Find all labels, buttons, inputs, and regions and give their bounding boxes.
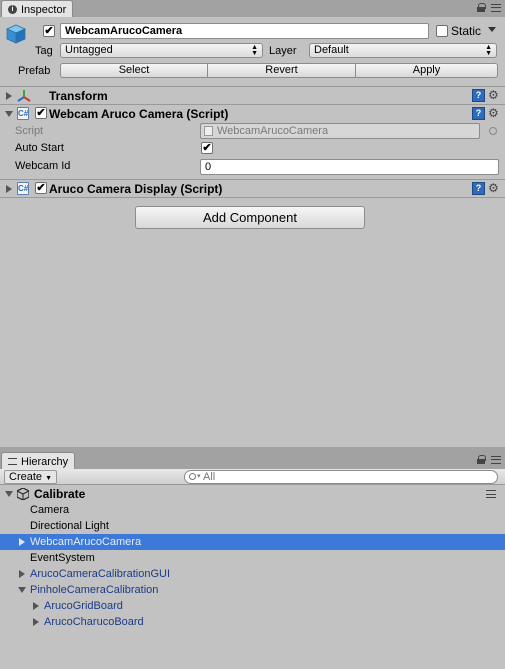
prefab-apply-button[interactable]: Apply <box>355 63 498 78</box>
hierarchy-item-directional-light[interactable]: Directional Light <box>0 518 505 534</box>
component-enabled-checkbox[interactable]: ✔ <box>35 107 47 119</box>
script-reference-value: WebcamArucoCamera <box>217 125 329 137</box>
help-book-icon[interactable]: ? <box>472 89 485 102</box>
list-item-label: ArucoCharucoBoard <box>44 616 144 628</box>
object-name-field[interactable]: WebcamArucoCamera <box>60 23 429 39</box>
layer-dropdown[interactable]: Default ▲ ▼ <box>309 43 497 58</box>
hierarchy-item-charuco-board[interactable]: ArucoCharucoBoard <box>0 614 505 630</box>
gear-icon[interactable]: ⚙ <box>488 182 499 194</box>
webcam-id-field[interactable]: 0 <box>200 159 499 175</box>
create-dropdown[interactable]: Create ▼ <box>4 470 58 484</box>
static-dropdown-icon[interactable] <box>488 27 496 32</box>
search-field[interactable]: ▾ <box>184 470 498 484</box>
add-component-button[interactable]: Add Component <box>135 206 365 229</box>
csharp-script-icon: C# <box>17 107 29 120</box>
auto-start-checkbox[interactable]: ✔ <box>201 142 213 154</box>
hierarchy-item-camera[interactable]: Camera <box>0 502 505 518</box>
list-item-label: PinholeCameraCalibration <box>30 584 159 596</box>
transform-axes-icon <box>17 89 31 103</box>
hierarchy-tabbar: Hierarchy <box>0 452 505 469</box>
foldout-expanded-icon[interactable] <box>5 491 13 497</box>
updown-arrows-icon: ▲ ▼ <box>251 43 258 57</box>
scene-menu-icon[interactable] <box>486 490 496 498</box>
script-field-label: Script <box>15 125 44 137</box>
list-item-label: ArucoCameraCalibrationGUI <box>30 568 170 580</box>
hierarchy-item-event-system[interactable]: EventSystem <box>0 550 505 566</box>
hierarchy-panel: Create ▼ ▾ Calibrate Camera Directional … <box>0 469 505 669</box>
hierarchy-item-calibration-gui[interactable]: ArucoCameraCalibrationGUI <box>0 566 505 582</box>
inspector-panel: ✔ WebcamArucoCamera Static Tag Untagged … <box>0 17 505 447</box>
static-label: Static <box>451 24 482 38</box>
panel-menu-icon[interactable] <box>491 455 501 464</box>
transform-component-header[interactable]: Transform ? ⚙ <box>0 86 505 104</box>
panel-menu-icon[interactable] <box>491 3 501 12</box>
display-script-title: Aruco Camera Display (Script) <box>49 182 223 196</box>
auto-start-label: Auto Start <box>15 142 64 154</box>
foldout-collapsed-icon[interactable] <box>6 185 12 193</box>
foldout-collapsed-icon[interactable] <box>19 538 25 546</box>
foldout-expanded-icon[interactable] <box>5 111 13 117</box>
prefab-label: Prefab <box>18 65 51 77</box>
gear-icon[interactable]: ⚙ <box>488 107 499 119</box>
prefab-revert-button[interactable]: Revert <box>207 63 356 78</box>
list-item-label: ArucoGridBoard <box>44 600 123 612</box>
lock-icon[interactable] <box>477 455 486 464</box>
active-checkbox[interactable]: ✔ <box>43 25 55 37</box>
foldout-collapsed-icon[interactable] <box>19 570 25 578</box>
object-picker-icon[interactable] <box>489 127 497 135</box>
dropdown-arrow-icon: ▼ <box>45 475 53 482</box>
unity-scene-icon <box>16 487 30 501</box>
gear-icon[interactable]: ⚙ <box>488 89 499 101</box>
component-enabled-checkbox[interactable]: ✔ <box>35 182 47 194</box>
scene-name: Calibrate <box>34 487 86 501</box>
prefab-select-button[interactable]: Select <box>60 63 208 78</box>
list-item-label: EventSystem <box>30 552 95 564</box>
updown-arrows-icon: ▲ ▼ <box>485 43 492 57</box>
script-file-icon <box>204 126 213 136</box>
help-book-icon[interactable]: ? <box>472 107 485 120</box>
layer-label: Layer <box>269 45 297 57</box>
lock-icon[interactable] <box>477 3 486 12</box>
tag-dropdown-value: Untagged <box>65 44 113 56</box>
tab-inspector[interactable]: i Inspector <box>1 0 74 17</box>
transform-title: Transform <box>49 89 108 103</box>
gameobject-cube-icon <box>5 23 27 45</box>
list-item-label: Directional Light <box>30 520 109 532</box>
create-label: Create <box>9 471 43 483</box>
inspector-tabbar: i Inspector <box>0 0 505 17</box>
static-checkbox[interactable] <box>436 25 448 37</box>
tab-hierarchy-label: Hierarchy <box>21 455 69 468</box>
hierarchy-item-pinhole-calibration[interactable]: PinholeCameraCalibration <box>0 582 505 598</box>
info-icon: i <box>8 5 17 14</box>
webcam-script-title: Webcam Aruco Camera (Script) <box>49 107 229 121</box>
tag-label: Tag <box>35 45 53 57</box>
webcam-id-label: Webcam Id <box>15 160 71 172</box>
foldout-collapsed-icon[interactable] <box>33 602 39 610</box>
script-reference-field: WebcamArucoCamera <box>200 123 480 139</box>
csharp-script-icon: C# <box>17 182 29 195</box>
scene-row[interactable]: Calibrate <box>0 486 505 502</box>
foldout-collapsed-icon[interactable] <box>6 92 12 100</box>
help-book-icon[interactable]: ? <box>472 182 485 195</box>
tab-hierarchy[interactable]: Hierarchy <box>1 452 76 469</box>
list-item-label: WebcamArucoCamera <box>30 536 142 548</box>
search-dropdown-icon: ▾ <box>197 473 201 480</box>
search-icon <box>189 473 196 480</box>
components-divider <box>0 197 505 198</box>
tab-inspector-label: Inspector <box>21 3 67 16</box>
layer-dropdown-value: Default <box>314 44 349 56</box>
hierarchy-item-webcam-aruco-camera[interactable]: WebcamArucoCamera <box>0 534 505 550</box>
hierarchy-list-icon <box>8 458 17 465</box>
foldout-expanded-icon[interactable] <box>18 587 26 593</box>
tag-dropdown[interactable]: Untagged ▲ ▼ <box>60 43 263 58</box>
display-script-header[interactable]: C# ✔ Aruco Camera Display (Script) ? ⚙ <box>0 179 505 197</box>
search-input[interactable] <box>203 471 483 483</box>
list-item-label: Camera <box>30 504 70 516</box>
webcam-script-header[interactable]: C# ✔ Webcam Aruco Camera (Script) ? ⚙ <box>0 104 505 122</box>
hierarchy-item-grid-board[interactable]: ArucoGridBoard <box>0 598 505 614</box>
hierarchy-toolbar: Create ▼ ▾ <box>0 469 505 485</box>
foldout-collapsed-icon[interactable] <box>33 618 39 626</box>
